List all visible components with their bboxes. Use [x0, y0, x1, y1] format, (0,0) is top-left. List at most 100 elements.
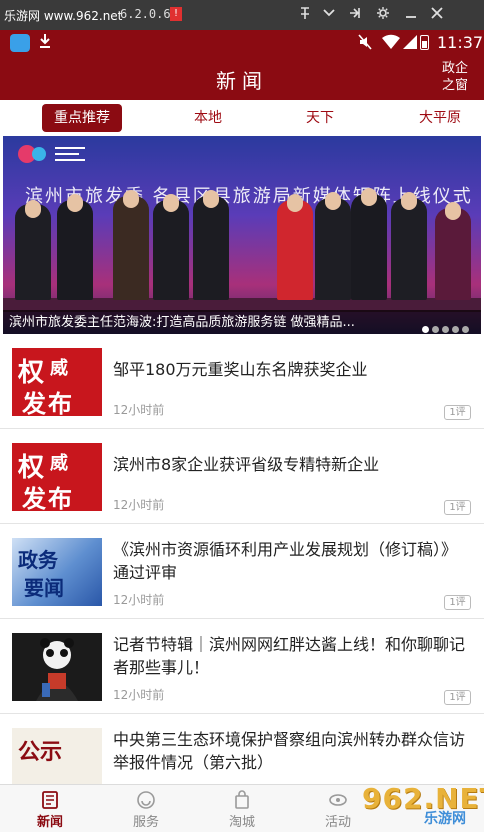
battery-icon [420, 35, 429, 50]
news-thumbnail: 公示 [12, 728, 102, 784]
banner-caption: 滨州市旅发委主任范海波:打造高品质旅游服务链 做强精品... [9, 315, 355, 330]
mute-icon [358, 34, 372, 54]
banner-person-head [361, 188, 377, 206]
tab-local[interactable]: 本地 [180, 104, 236, 132]
category-tabs: 重点推荐 本地 天下 大平原 [0, 100, 484, 136]
news-title: 中央第三生态环境保护督察组向滨州转办群众信访举报件情况（第六批） [113, 730, 466, 772]
emulator-version: 6.2.0.6 [120, 7, 171, 21]
comment-count-badge: 1评 [444, 405, 471, 420]
news-title: 记者节特辑｜滨州网网红胖达酱上线！和你聊聊记者那些事儿！ [113, 635, 466, 677]
chevron-down-icon[interactable] [320, 6, 338, 24]
nav-label: 新闻 [36, 815, 63, 830]
banner-person-head [203, 190, 219, 208]
nav-label: 服务 [132, 815, 159, 830]
news-item[interactable]: 公示 中央第三生态环境保护督察组向滨州转办群众信访举报件情况（第六批） [0, 714, 484, 784]
news-thumbnail [12, 633, 102, 701]
tab-great-plain[interactable]: 大平原 [408, 104, 472, 132]
news-title: 《滨州市资源循环利用产业发展规划（修订稿）》通过评审 [113, 540, 458, 582]
news-thumbnail: 权 威 发布 [12, 443, 102, 511]
banner-person-head [445, 202, 461, 220]
nav-service[interactable]: 服务 [106, 785, 186, 832]
banner-person-head [123, 190, 139, 208]
comment-count-badge: 1评 [444, 690, 471, 705]
thumb-text: 发布 [22, 389, 74, 416]
warning-icon[interactable]: ! [170, 7, 182, 21]
news-time: 12小时前 [113, 498, 165, 512]
news-thumbnail: 权 威 发布 [12, 348, 102, 416]
gov-enterprise-window-button[interactable]: 政企 之窗 [440, 60, 470, 94]
gov-enterprise-label-line1: 政企 [441, 61, 468, 76]
banner-person [153, 200, 189, 300]
banner-person [277, 200, 313, 300]
close-icon[interactable] [428, 6, 446, 24]
thumb-text: 威 [50, 453, 68, 474]
comment-count-badge: 1评 [444, 500, 471, 515]
page-title: 新闻 [216, 69, 268, 93]
news-item[interactable]: 记者节特辑｜滨州网网红胖达酱上线！和你聊聊记者那些事儿！ 12小时前 1评 [0, 619, 484, 714]
banner-person [315, 198, 351, 300]
news-title: 邹平180万元重奖山东名牌获奖企业 [113, 360, 368, 379]
status-bar: 11:37 [0, 30, 484, 56]
activity-icon [328, 790, 348, 810]
emulator-title-bar: 乐游网 www.962.net 6.2.0.6 ! [0, 0, 484, 30]
app-notification-icon [10, 34, 30, 52]
news-item[interactable]: 权 威 发布 滨州市8家企业获评省级专精特新企业 12小时前 1评 [0, 429, 484, 524]
carousel-dot-active[interactable] [422, 326, 429, 333]
settings-gear-icon[interactable] [374, 6, 392, 24]
signal-icon [402, 34, 418, 50]
thumb-text: 要闻 [24, 576, 64, 600]
nav-news[interactable]: 新闻 [10, 785, 90, 832]
emulator-watermark: 乐游网 www.962.net [4, 9, 123, 23]
tab-world[interactable]: 天下 [292, 104, 348, 132]
gov-enterprise-label-line2: 之窗 [441, 78, 468, 93]
tab-featured[interactable]: 重点推荐 [42, 104, 122, 132]
thumb-text: 发布 [22, 484, 74, 511]
banner-event-logo [15, 142, 95, 169]
banner-person [193, 196, 229, 300]
share-icon[interactable] [346, 6, 364, 24]
carousel-indicator [419, 318, 469, 333]
status-time: 11:37 [437, 33, 484, 52]
carousel-dot[interactable] [432, 326, 439, 333]
carousel-dot[interactable] [452, 326, 459, 333]
watermark-site-name: 乐游网 [424, 811, 466, 827]
news-time: 12小时前 [113, 593, 165, 607]
nav-shop[interactable]: 淘城 [202, 785, 282, 832]
thumb-text: 威 [50, 358, 68, 379]
service-icon [136, 790, 156, 810]
banner-person [57, 200, 93, 300]
banner-person-head [163, 194, 179, 212]
minimize-icon[interactable] [402, 6, 420, 24]
news-thumbnail: 政务 要闻 [12, 538, 102, 606]
shopping-bag-icon [232, 790, 252, 810]
app-header: 新闻 政企 之窗 [0, 56, 484, 100]
banner-person [351, 194, 387, 300]
download-icon [38, 32, 52, 54]
banner-carousel[interactable]: 滨州市旅发委 各县区县旅游局新媒体矩阵上线仪式 滨州市旅发委主任范海波:打造高品… [3, 136, 481, 334]
carousel-dot[interactable] [442, 326, 449, 333]
comment-count-badge: 1评 [444, 595, 471, 610]
site-watermark-logo: 962.NET 乐游网 [346, 778, 484, 832]
news-title: 滨州市8家企业获评省级专精特新企业 [113, 455, 380, 474]
news-item[interactable]: 权 威 发布 邹平180万元重奖山东名牌获奖企业 12小时前 1评 [0, 334, 484, 429]
pin-icon[interactable] [296, 6, 314, 24]
banner-person-head [67, 194, 83, 212]
news-list: 权 威 发布 邹平180万元重奖山东名牌获奖企业 12小时前 1评 权 威 发布… [0, 334, 484, 784]
banner-person [391, 198, 427, 300]
carousel-dot[interactable] [462, 326, 469, 333]
news-item[interactable]: 政务 要闻 《滨州市资源循环利用产业发展规划（修订稿）》通过评审 12小时前 1… [0, 524, 484, 619]
wifi-icon [382, 34, 400, 50]
banner-person [113, 196, 149, 300]
nav-label: 淘城 [228, 815, 255, 830]
thumb-text: 政务 [18, 548, 58, 572]
banner-person-head [325, 192, 341, 210]
banner-person-head [25, 200, 41, 218]
news-icon [40, 790, 60, 810]
thumb-text: 公示 [18, 739, 63, 765]
banner-person [435, 208, 471, 300]
banner-person-head [287, 194, 303, 212]
banner-person [15, 204, 51, 300]
news-time: 12小时前 [113, 688, 165, 702]
news-time: 12小时前 [113, 403, 165, 417]
banner-person-head [401, 192, 417, 210]
